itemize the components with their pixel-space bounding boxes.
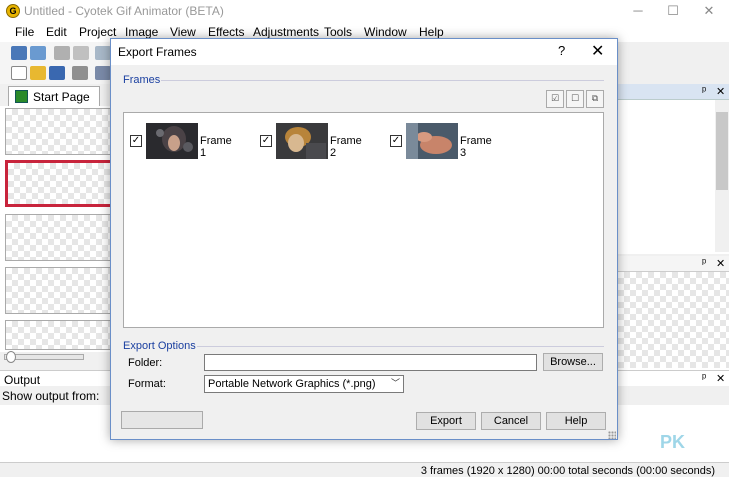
selection-tools: ☑ ☐ ⧉ <box>546 90 604 108</box>
import-icon[interactable] <box>11 46 27 60</box>
preview-canvas <box>618 272 729 368</box>
output-source-label: Show output from: <box>2 389 100 403</box>
menu-help[interactable]: Help <box>419 25 444 39</box>
menu-tools[interactable]: Tools <box>324 25 352 39</box>
toolbar-row-1 <box>0 42 115 62</box>
export-frames-dialog: Export Frames ? ✕ Frames ☑ ☐ ⧉ ✓ Frame 1… <box>110 38 618 440</box>
save-icon[interactable] <box>49 66 65 80</box>
menu-edit[interactable]: Edit <box>46 25 67 39</box>
divider <box>161 80 604 81</box>
format-label: Format: <box>128 378 166 390</box>
close-button[interactable]: ✕ <box>692 0 726 22</box>
output-pane-title: Output <box>4 373 41 387</box>
frame-2-checkbox[interactable]: ✓ <box>260 135 272 147</box>
frame-2-label: Frame 2 <box>330 135 362 159</box>
properties-pane <box>618 84 729 254</box>
reload-icon[interactable] <box>30 46 46 60</box>
help-icon[interactable]: ? <box>558 43 565 58</box>
frames-group-label: Frames <box>123 74 161 86</box>
frame-thumbnail[interactable] <box>5 267 113 314</box>
menu-file[interactable]: File <box>15 25 34 39</box>
title-bar: G Untitled - Cyotek Gif Animator (BETA) … <box>0 0 729 22</box>
status-text: 3 frames (1920 x 1280) 00:00 total secon… <box>420 465 715 477</box>
app-icon: G <box>6 4 20 18</box>
minimize-button[interactable]: ─ <box>621 0 655 22</box>
frame-list-panel <box>0 106 115 352</box>
paste-frame-icon[interactable] <box>73 46 89 60</box>
frame-1-label: Frame 1 <box>200 135 232 159</box>
window-title: Untitled - Cyotek Gif Animator (BETA) <box>24 4 224 18</box>
menu-image[interactable]: Image <box>125 25 158 39</box>
frame-2-image <box>276 123 328 159</box>
new-file-icon[interactable] <box>11 66 27 80</box>
frame-entry-2[interactable]: ✓ Frame 2 <box>260 123 370 159</box>
pane-close-icon[interactable]: ✕ <box>716 372 725 385</box>
menu-effects[interactable]: Effects <box>208 25 244 39</box>
divider <box>197 346 604 347</box>
check-all-icon[interactable]: ☑ <box>546 90 564 108</box>
print-icon[interactable] <box>72 66 88 80</box>
watermark: PK <box>660 432 686 452</box>
zoom-slider-thumb[interactable] <box>6 351 16 363</box>
frame-3-checkbox[interactable]: ✓ <box>390 135 402 147</box>
menu-adjustments[interactable]: Adjustments <box>253 25 319 39</box>
frame-thumbnail[interactable] <box>5 108 113 155</box>
menu-window[interactable]: Window <box>364 25 407 39</box>
folder-label: Folder: <box>128 357 163 369</box>
help-button[interactable]: Help <box>546 412 606 430</box>
browse-button[interactable]: Browse... <box>543 353 603 371</box>
frame-thumbnail[interactable] <box>5 320 113 350</box>
frame-1-checkbox[interactable]: ✓ <box>130 135 142 147</box>
status-bar: 3 frames (1920 x 1280) 00:00 total secon… <box>0 462 729 477</box>
invert-selection-icon[interactable]: ⧉ <box>586 90 604 108</box>
menu-project[interactable]: Project <box>79 25 116 39</box>
frame-1-image <box>146 123 198 159</box>
zoom-slider-track[interactable] <box>4 354 84 360</box>
dialog-title-bar: Export Frames ? ✕ <box>111 39 617 65</box>
preview-pane-header: ᵖ ✕ <box>618 256 729 272</box>
export-button[interactable]: Export <box>416 412 476 430</box>
frame-entry-1[interactable]: ✓ Frame 1 <box>130 123 240 159</box>
properties-pane-header: ᵖ ✕ <box>618 84 729 100</box>
menu-view[interactable]: View <box>170 25 196 39</box>
align-icon[interactable] <box>95 46 111 60</box>
resize-grip[interactable] <box>608 431 616 439</box>
cancel-button[interactable]: Cancel <box>481 412 541 430</box>
tab-start-page-label: Start Page <box>33 90 90 104</box>
uncheck-all-icon[interactable]: ☐ <box>566 90 584 108</box>
pane-close-icon[interactable]: ✕ <box>716 85 725 98</box>
export-progress-bar <box>121 411 203 429</box>
chevron-down-icon[interactable]: ﹀ <box>391 376 400 389</box>
tab-start-page[interactable]: Start Page <box>8 86 100 106</box>
frame-3-label: Frame 3 <box>460 135 492 159</box>
pane-close-icon[interactable]: ✕ <box>716 257 725 270</box>
frames-list: ✓ Frame 1 ✓ Frame 2 ✓ Frame 3 <box>123 112 604 328</box>
frame-thumbnail[interactable] <box>5 214 113 261</box>
properties-scrollbar-thumb[interactable] <box>716 112 728 190</box>
dialog-close-icon[interactable]: ✕ <box>591 41 604 61</box>
maximize-button[interactable]: ☐ <box>656 0 690 22</box>
pin-icon[interactable]: ᵖ <box>702 85 706 97</box>
copy-frame-icon[interactable] <box>54 46 70 60</box>
open-folder-icon[interactable] <box>30 66 46 80</box>
pin-icon[interactable]: ᵖ <box>702 372 706 384</box>
frame-3-image <box>406 123 458 159</box>
toolbar-row-2 <box>0 62 115 84</box>
folder-input[interactable] <box>204 354 537 371</box>
frame-entry-3[interactable]: ✓ Frame 3 <box>390 123 500 159</box>
cut-icon[interactable] <box>95 66 111 80</box>
start-page-icon <box>15 90 28 103</box>
format-dropdown[interactable]: Portable Network Graphics (*.png) <box>204 375 404 393</box>
pin-icon[interactable]: ᵖ <box>702 257 706 269</box>
frame-thumbnail-selected[interactable] <box>5 160 113 207</box>
dialog-title: Export Frames <box>118 45 197 59</box>
export-options-group-label: Export Options <box>123 340 196 352</box>
